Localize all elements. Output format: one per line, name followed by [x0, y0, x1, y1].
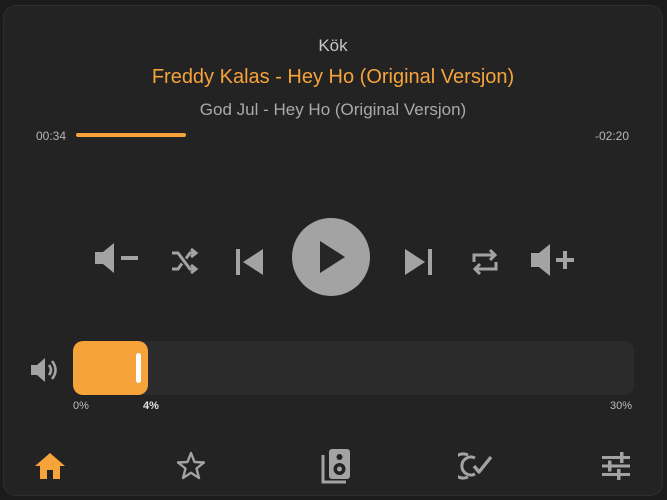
- speaker-icon: [321, 449, 350, 484]
- volume-current-label: 4%: [143, 400, 159, 412]
- speaker-volume-icon[interactable]: [29, 356, 61, 389]
- nav-home[interactable]: [30, 446, 70, 486]
- time-remaining: -02:20: [594, 129, 629, 143]
- track-title: Freddy Kalas - Hey Ho (Original Versjon): [151, 66, 515, 88]
- progress-fill: [76, 133, 186, 137]
- previous-icon: [236, 249, 263, 275]
- playlists-icon: [458, 452, 493, 480]
- progress-bar[interactable]: [76, 133, 626, 137]
- play-icon: [320, 241, 345, 273]
- next-icon: [405, 249, 432, 275]
- repeat-button[interactable]: [467, 244, 503, 280]
- volume-max-label: 30%: [609, 400, 632, 412]
- volume-down-icon: [95, 243, 138, 273]
- bottom-nav: [4, 446, 662, 486]
- shuffle-button[interactable]: [167, 244, 201, 278]
- nav-playlists[interactable]: [456, 446, 496, 486]
- volume-down-button[interactable]: [90, 240, 142, 276]
- volume-slider[interactable]: [73, 341, 634, 395]
- home-icon: [35, 453, 65, 479]
- nav-favorites[interactable]: [171, 446, 211, 486]
- play-button[interactable]: [292, 218, 370, 296]
- player-card: Kök Freddy Kalas - Hey Ho (Original Vers…: [4, 6, 662, 495]
- nav-speakers[interactable]: [316, 446, 356, 486]
- shuffle-icon: [172, 247, 199, 275]
- volume-up-button[interactable]: [527, 240, 577, 280]
- volume-min-label: 0%: [73, 400, 89, 412]
- nav-settings[interactable]: [596, 446, 636, 486]
- settings-icon: [602, 452, 630, 480]
- track-subtitle: God Jul - Hey Ho (Original Versjon): [199, 100, 467, 119]
- next-button[interactable]: [401, 244, 437, 280]
- time-elapsed: 00:34: [36, 129, 67, 143]
- volume-up-icon: [531, 244, 574, 276]
- previous-button[interactable]: [231, 244, 267, 280]
- volume-handle[interactable]: [136, 353, 142, 383]
- room-name: Kök: [318, 36, 348, 55]
- repeat-icon: [472, 248, 498, 276]
- favorites-icon: [176, 451, 206, 480]
